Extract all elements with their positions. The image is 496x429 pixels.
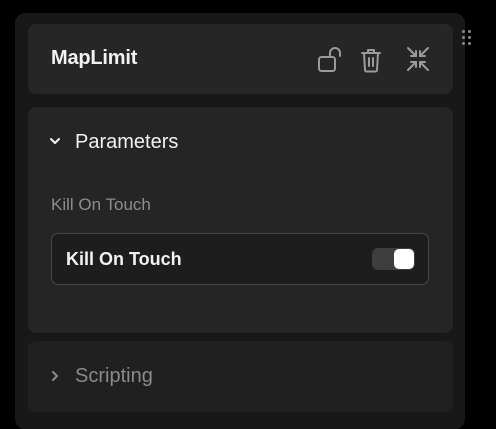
component-header: MapLimit: [28, 24, 453, 94]
chevron-down-icon: [48, 134, 62, 148]
parameters-section-header[interactable]: Parameters: [28, 125, 453, 161]
component-title: MapLimit: [51, 47, 138, 69]
switch-knob: [394, 249, 414, 269]
kill-on-touch-toggle-label: Kill On Touch: [66, 249, 182, 269]
parameters-section: Parameters Kill On Touch Kill On Touch: [28, 107, 453, 333]
kill-on-touch-switch[interactable]: [372, 248, 415, 270]
collapse-icon[interactable]: [406, 46, 434, 74]
drag-handle-icon[interactable]: [459, 28, 473, 48]
scripting-section[interactable]: Scripting: [28, 341, 453, 412]
parameters-section-title: Parameters: [75, 131, 179, 153]
chevron-right-icon: [48, 369, 62, 383]
unlock-icon[interactable]: [317, 46, 345, 74]
scripting-section-title: Scripting: [75, 365, 153, 387]
trash-icon[interactable]: [358, 46, 386, 74]
kill-on-touch-field-label: Kill On Touch: [51, 195, 151, 214]
kill-on-touch-toggle-row[interactable]: Kill On Touch: [51, 233, 429, 285]
